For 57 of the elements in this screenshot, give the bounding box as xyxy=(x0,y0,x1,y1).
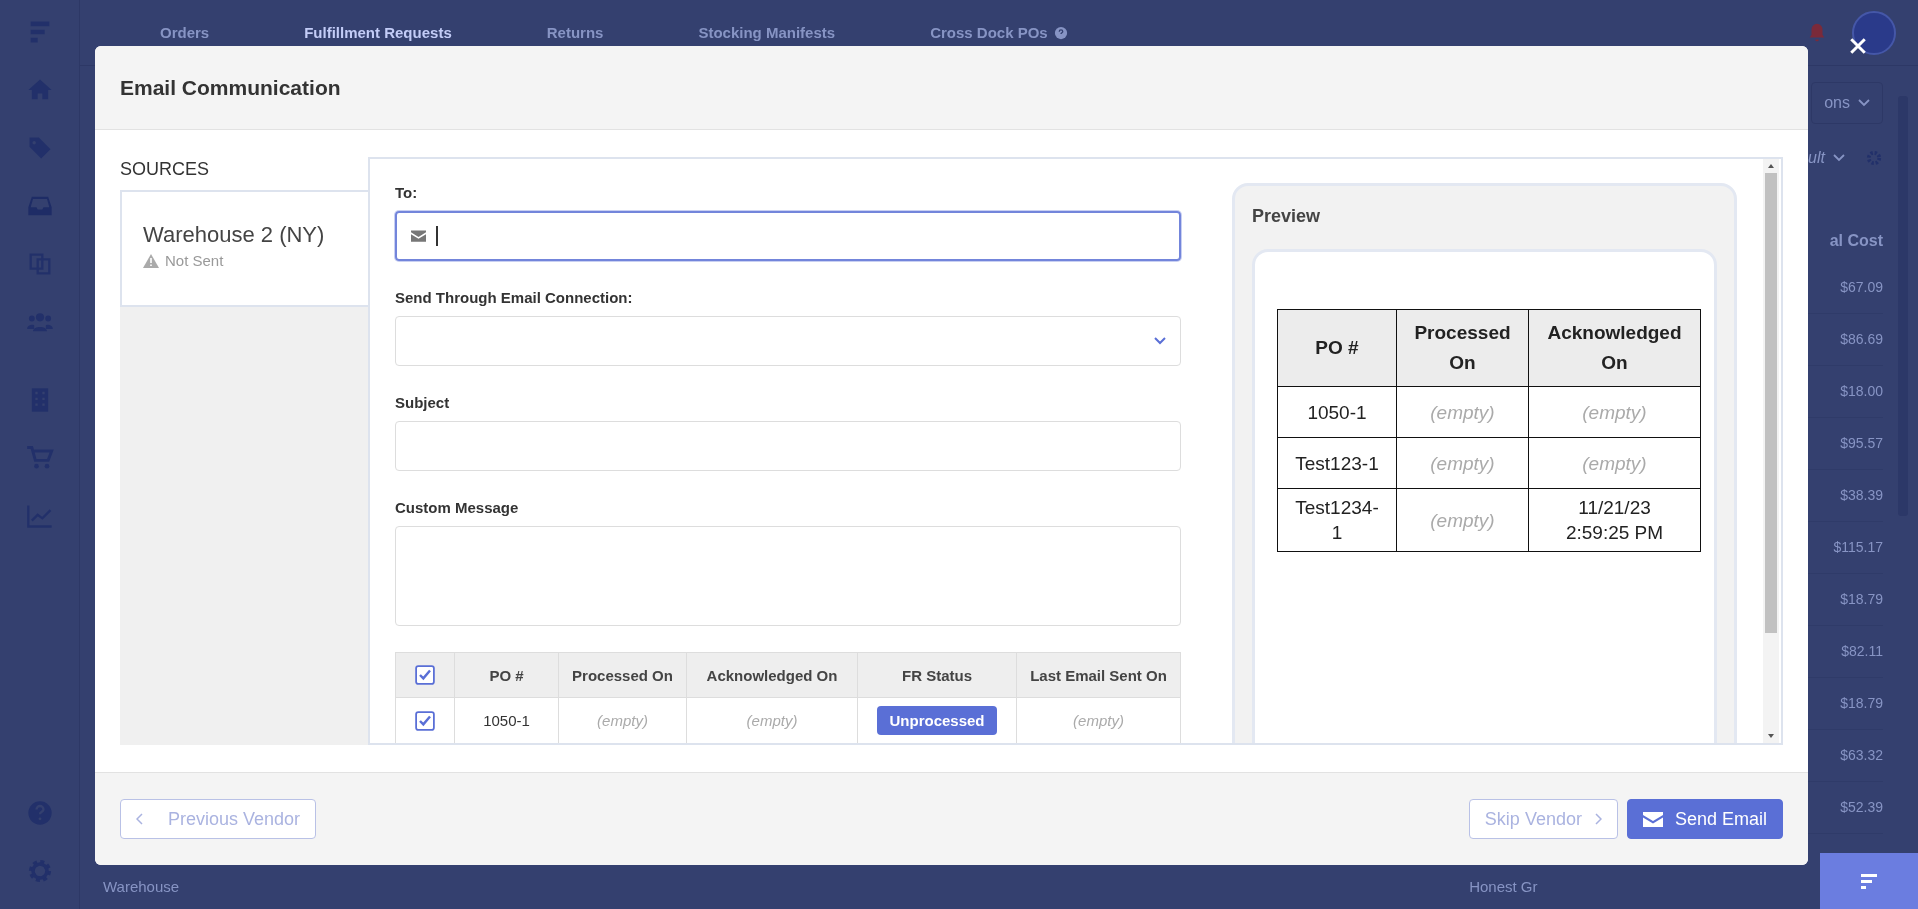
table-cell: Test123-1 xyxy=(1277,437,1397,489)
message-field[interactable] xyxy=(395,526,1181,626)
table-cell: Warehouse xyxy=(103,877,180,895)
nav-tab[interactable]: Stocking Manifests xyxy=(698,24,836,41)
envelope-icon xyxy=(1642,811,1663,827)
table-header-cell: PO # xyxy=(454,652,559,698)
chevron-right-icon xyxy=(1593,813,1602,825)
scroll-up-icon[interactable] xyxy=(1767,163,1775,169)
column-header: al Cost xyxy=(1829,232,1883,251)
nav-tab[interactable]: Returns xyxy=(546,24,604,41)
table-cell: 11/21/23 2:59:25 PM xyxy=(1528,488,1701,552)
field-label: Subject xyxy=(395,394,451,413)
avatar[interactable] xyxy=(1852,10,1896,55)
nav-tab[interactable]: Fulfillment Requests xyxy=(304,24,452,41)
table-cell: 1050-1 xyxy=(1277,386,1397,438)
table-header-cell: Acknowledged On xyxy=(686,652,858,698)
chevron-down-icon xyxy=(1154,337,1166,345)
table-cell: (empty) xyxy=(1528,386,1701,438)
checkbox[interactable] xyxy=(415,665,435,685)
scrollbar[interactable] xyxy=(1763,159,1779,743)
preview-title: Preview xyxy=(1252,206,1322,228)
warning-icon xyxy=(143,253,159,268)
table-header-cell: PO # xyxy=(1277,309,1397,387)
scroll-down-icon[interactable] xyxy=(1767,733,1775,739)
table-cell: (empty) xyxy=(1396,488,1529,552)
source-item[interactable]: Warehouse 2 (NY) Not Sent xyxy=(120,190,370,307)
view-dropdown[interactable]: ult xyxy=(1808,149,1859,167)
sources-heading: SOURCES xyxy=(120,158,210,181)
checkbox[interactable] xyxy=(415,710,435,731)
chevron-down-icon xyxy=(1858,99,1870,107)
envelope-icon xyxy=(411,230,426,242)
chevron-left-icon xyxy=(136,813,144,825)
nav-tab[interactable]: Orders xyxy=(160,24,210,41)
table-cell: Honest Gr xyxy=(1469,877,1538,895)
table-cell: (empty) xyxy=(1396,386,1529,438)
field-label: To: xyxy=(395,184,419,203)
help-icon[interactable] xyxy=(1053,25,1068,40)
chat-button[interactable] xyxy=(1820,853,1918,909)
input-field[interactable] xyxy=(395,211,1181,261)
table-header-cell: FR Status xyxy=(857,652,1017,698)
field-label: Send Through Email Connection: xyxy=(395,289,634,308)
logo-icon xyxy=(1859,873,1879,889)
footer-button[interactable]: Send Email xyxy=(1626,799,1783,839)
nav-tab[interactable]: Cross Dock POs xyxy=(930,24,1048,41)
table-cell: (empty) xyxy=(1528,437,1701,489)
field-label: Custom Message xyxy=(395,499,520,518)
select-field[interactable] xyxy=(395,316,1181,366)
table-cell: Test1234-1 xyxy=(1277,488,1397,552)
dialog-title: Email Communication xyxy=(120,75,341,100)
table-header-cell: Acknowledged On xyxy=(1528,309,1701,387)
table-header-cell: Last Email Sent On xyxy=(1016,652,1181,698)
table-header-cell: Processed On xyxy=(558,652,687,698)
status-badge: Unprocessed xyxy=(877,706,997,735)
actions-dropdown[interactable]: ons xyxy=(1811,82,1883,124)
table-header-cell: Processed On xyxy=(1396,309,1529,387)
chevron-down-icon xyxy=(1833,154,1845,162)
table-cell: (empty) xyxy=(1396,437,1529,489)
